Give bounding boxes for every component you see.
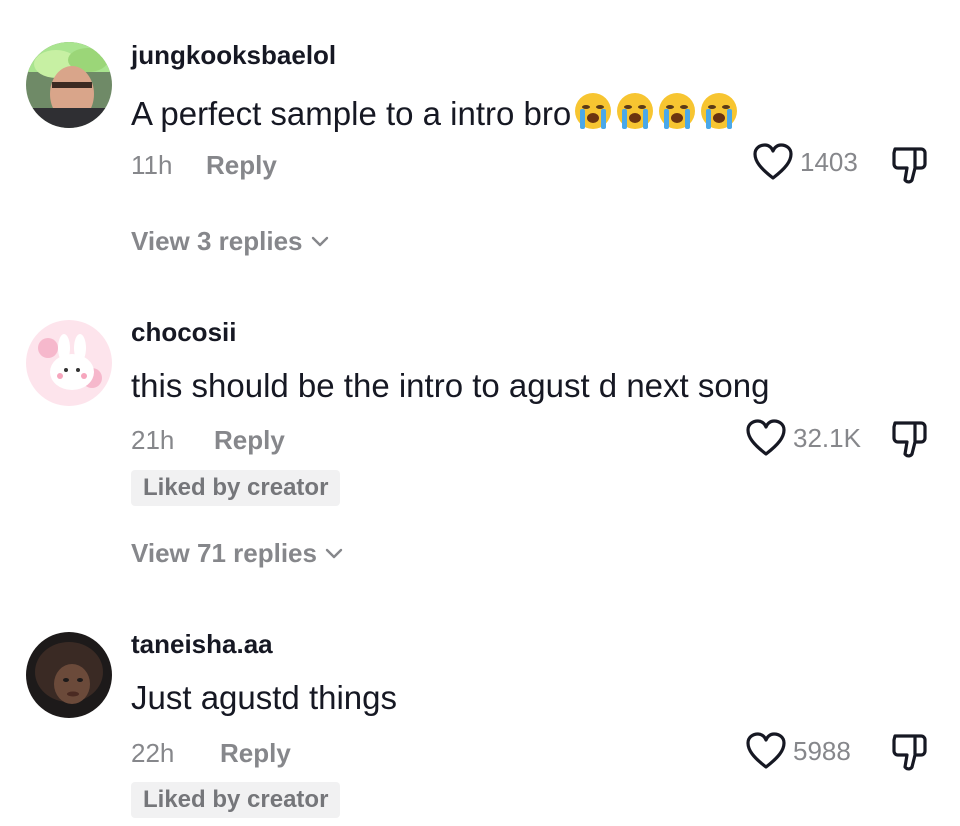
view-replies-button[interactable]: View 3 replies <box>131 226 329 257</box>
comment-text: this should be the intro to agust d next… <box>131 367 770 404</box>
like-button[interactable]: 5988 <box>745 731 851 771</box>
crying-face-emoji <box>659 93 696 129</box>
comment-timestamp: 22h <box>131 738 175 768</box>
comment-username[interactable]: jungkooksbaelol <box>131 40 336 71</box>
like-count: 1403 <box>800 146 858 177</box>
view-replies-label: View 3 replies <box>131 226 303 256</box>
heart-outline-icon <box>746 419 786 456</box>
crying-face-emoji <box>701 93 738 129</box>
comment-username[interactable]: taneisha.aa <box>131 629 273 660</box>
comment-timestamp: 21h <box>131 425 175 455</box>
avatar[interactable] <box>26 320 112 406</box>
heart-outline-icon <box>746 732 786 769</box>
heart-outline-icon <box>753 143 793 180</box>
comment-text: A perfect sample to a intro bro <box>131 91 739 133</box>
like-button[interactable]: 1403 <box>752 142 858 182</box>
comment-username[interactable]: chocosii <box>131 317 236 348</box>
dislike-button[interactable] <box>888 144 932 188</box>
thumbs-down-icon <box>892 147 927 184</box>
reply-button[interactable]: Reply <box>220 738 291 769</box>
like-button[interactable]: 32.1K <box>745 418 861 458</box>
avatar[interactable] <box>26 632 112 718</box>
crying-face-emoji <box>617 93 654 129</box>
liked-by-creator-badge: Liked by creator <box>131 782 341 818</box>
emoji-group <box>573 91 739 131</box>
like-count: 5988 <box>793 735 851 766</box>
crying-face-emoji <box>575 93 612 129</box>
comments-list: jungkooksbaelol A perfect sample to a in… <box>0 0 960 826</box>
reply-button[interactable]: Reply <box>214 425 285 456</box>
thumbs-down-icon <box>892 734 927 771</box>
view-replies-button[interactable]: View 71 replies <box>131 538 343 569</box>
dislike-button[interactable] <box>888 731 932 775</box>
chevron-down-icon <box>311 236 328 246</box>
reply-button[interactable]: Reply <box>206 150 277 181</box>
comment-text: Just agustd things <box>131 679 397 716</box>
thumbs-down-icon <box>892 421 927 458</box>
dislike-button[interactable] <box>888 418 932 462</box>
like-count: 32.1K <box>793 422 861 453</box>
comment-timestamp: 11h <box>131 150 173 180</box>
comment-text-content: A perfect sample to a intro bro <box>131 95 572 132</box>
avatar[interactable] <box>26 42 112 128</box>
view-replies-label: View 71 replies <box>131 538 317 568</box>
chevron-down-icon <box>325 548 343 558</box>
liked-by-creator-badge: Liked by creator <box>131 470 341 506</box>
